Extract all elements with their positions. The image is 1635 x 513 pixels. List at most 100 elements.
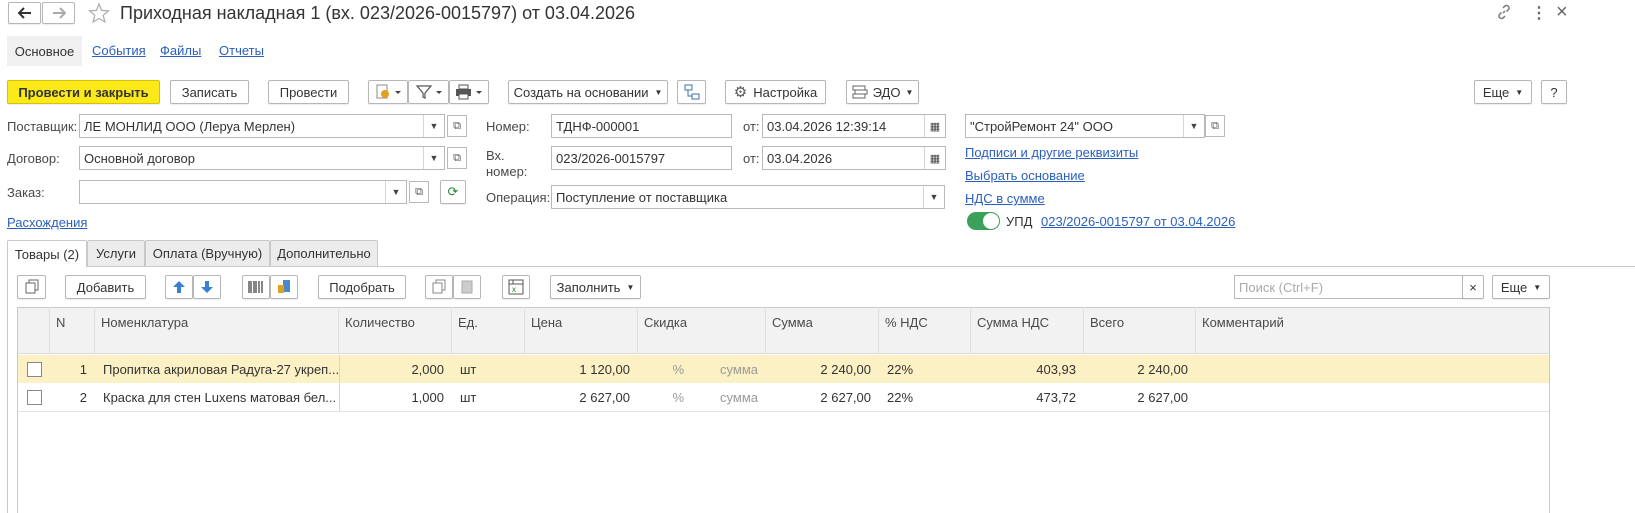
- row-total[interactable]: 2 627,00: [1084, 383, 1196, 411]
- number-field[interactable]: ТДНФ-000001: [551, 114, 732, 138]
- copy-rows-button[interactable]: [17, 275, 46, 299]
- row-price[interactable]: 2 627,00: [525, 383, 638, 411]
- row-comment[interactable]: [1196, 383, 1549, 411]
- close-icon[interactable]: ×: [1556, 1, 1568, 24]
- discrepancies-link[interactable]: Расхождения: [7, 215, 87, 230]
- contract-field[interactable]: Основной договор ▼: [79, 146, 445, 170]
- tab-services[interactable]: Услуги: [87, 240, 145, 266]
- chevron-down-icon[interactable]: ▼: [423, 115, 444, 137]
- column-header-discount[interactable]: Скидка: [638, 307, 766, 353]
- paste-clipboard-button[interactable]: [453, 275, 481, 299]
- row-discount-percent[interactable]: %: [638, 355, 692, 383]
- column-header-n[interactable]: N: [50, 307, 95, 353]
- signatures-link[interactable]: Подписи и другие реквизиты: [965, 145, 1138, 160]
- row-vat-rate[interactable]: 22%: [879, 383, 971, 411]
- add-row-button[interactable]: Добавить: [65, 275, 146, 299]
- column-header-name[interactable]: Номенклатура: [95, 307, 339, 353]
- edo-button[interactable]: ЭДО ▼: [846, 80, 919, 104]
- row-sum[interactable]: 2 240,00: [766, 355, 879, 383]
- calendar-icon[interactable]: ▦: [924, 147, 945, 169]
- attachments-button[interactable]: [368, 80, 408, 104]
- fill-button[interactable]: Заполнить ▼: [550, 275, 641, 299]
- clear-search-button[interactable]: ×: [1462, 275, 1484, 299]
- row-comment[interactable]: [1196, 355, 1549, 383]
- row-discount-sum[interactable]: сумма: [692, 355, 766, 383]
- column-header-unit[interactable]: Ед.: [452, 307, 525, 353]
- chevron-down-icon[interactable]: ▼: [385, 181, 406, 203]
- date-field[interactable]: 03.04.2026 12:39:14 ▦: [762, 114, 946, 138]
- row-unit[interactable]: шт: [452, 355, 525, 383]
- in-number-field[interactable]: 023/2026-0015797: [551, 146, 732, 170]
- copy-clipboard-button[interactable]: [425, 275, 453, 299]
- column-header-total[interactable]: Всего: [1084, 307, 1196, 353]
- column-header-qty[interactable]: Количество: [339, 307, 452, 353]
- move-down-button[interactable]: [193, 275, 221, 299]
- organization-field[interactable]: "СтройРемонт 24" ООО ▼: [965, 114, 1205, 138]
- choose-base-link[interactable]: Выбрать основание: [965, 168, 1085, 183]
- row-vat-sum[interactable]: 473,72: [971, 383, 1084, 411]
- pick-button[interactable]: Подобрать: [318, 275, 406, 299]
- open-supplier-button[interactable]: ⧉: [447, 115, 467, 137]
- vat-in-sum-link[interactable]: НДС в сумме: [965, 191, 1045, 206]
- filter-button[interactable]: [408, 80, 449, 104]
- row-name[interactable]: Краска для стен Luxens матовая бел...: [95, 383, 339, 411]
- forward-button[interactable]: [42, 2, 75, 24]
- row-qty[interactable]: 2,000: [339, 355, 452, 383]
- column-header-sum[interactable]: Сумма: [766, 307, 879, 353]
- post-and-close-button[interactable]: Провести и закрыть: [7, 80, 160, 104]
- settings-button[interactable]: ⚙ Настройка: [725, 80, 826, 104]
- in-date-field[interactable]: 03.04.2026 ▦: [762, 146, 946, 170]
- fill-order-button[interactable]: ⟳: [440, 180, 466, 204]
- upd-link[interactable]: 023/2026-0015797 от 03.04.2026: [1041, 214, 1235, 229]
- tab-goods[interactable]: Товары (2): [7, 240, 87, 267]
- search-input[interactable]: Поиск (Ctrl+F): [1234, 275, 1463, 299]
- more-button[interactable]: Еще ▼: [1474, 80, 1532, 104]
- row-discount-percent[interactable]: %: [638, 383, 692, 411]
- tab-additional[interactable]: Дополнительно: [270, 240, 378, 266]
- row-sum[interactable]: 2 627,00: [766, 383, 879, 411]
- row-discount-sum[interactable]: сумма: [692, 383, 766, 411]
- order-field[interactable]: ▼: [79, 180, 407, 204]
- column-header-comment[interactable]: Комментарий: [1196, 307, 1549, 353]
- row-qty[interactable]: 1,000: [339, 383, 452, 411]
- column-header-price[interactable]: Цена: [525, 307, 638, 353]
- operation-field[interactable]: Поступление от поставщика ▼: [551, 185, 945, 209]
- row-checkbox[interactable]: [27, 362, 42, 377]
- table-more-button[interactable]: Еще ▼: [1492, 275, 1550, 299]
- link-icon[interactable]: [1496, 4, 1512, 20]
- excel-button[interactable]: x: [502, 275, 530, 299]
- row-checkbox[interactable]: [27, 390, 42, 405]
- post-button[interactable]: Провести: [268, 80, 349, 104]
- nav-tab-main[interactable]: Основное: [7, 36, 82, 66]
- print-button[interactable]: [449, 80, 489, 104]
- more-vertical-icon[interactable]: ⋮: [1531, 3, 1547, 23]
- row-price[interactable]: 1 120,00: [525, 355, 638, 383]
- favorite-star-icon[interactable]: [88, 2, 110, 24]
- barcode-button[interactable]: [242, 275, 270, 299]
- nav-tab-reports[interactable]: Отчеты: [219, 43, 264, 58]
- open-contract-button[interactable]: ⧉: [447, 147, 467, 169]
- create-based-on-button[interactable]: Создать на основании ▼: [508, 80, 668, 104]
- scanner-button[interactable]: [270, 275, 298, 299]
- row-vat-rate[interactable]: 22%: [879, 355, 971, 383]
- chevron-down-icon[interactable]: ▼: [1183, 115, 1204, 137]
- structure-button[interactable]: [677, 80, 706, 104]
- supplier-field[interactable]: ЛЕ МОНЛИД ООО (Леруа Мерлен) ▼: [79, 114, 445, 138]
- calendar-icon[interactable]: ▦: [924, 115, 945, 137]
- save-button[interactable]: Записать: [170, 80, 249, 104]
- upd-toggle[interactable]: [967, 212, 1000, 230]
- move-up-button[interactable]: [165, 275, 193, 299]
- nav-tab-events[interactable]: События: [92, 43, 146, 58]
- row-unit[interactable]: шт: [452, 383, 525, 411]
- open-order-button[interactable]: ⧉: [409, 181, 429, 203]
- back-button[interactable]: [8, 2, 41, 24]
- row-name[interactable]: Пропитка акриловая Радуга-27 укреп...: [95, 355, 339, 383]
- column-header-vat-sum[interactable]: Сумма НДС: [971, 307, 1084, 353]
- nav-tab-files[interactable]: Файлы: [160, 43, 201, 58]
- tab-payment[interactable]: Оплата (Вручную): [145, 240, 270, 266]
- row-total[interactable]: 2 240,00: [1084, 355, 1196, 383]
- row-vat-sum[interactable]: 403,93: [971, 355, 1084, 383]
- chevron-down-icon[interactable]: ▼: [423, 147, 444, 169]
- help-button[interactable]: ?: [1541, 80, 1567, 104]
- open-organization-button[interactable]: ⧉: [1205, 115, 1225, 137]
